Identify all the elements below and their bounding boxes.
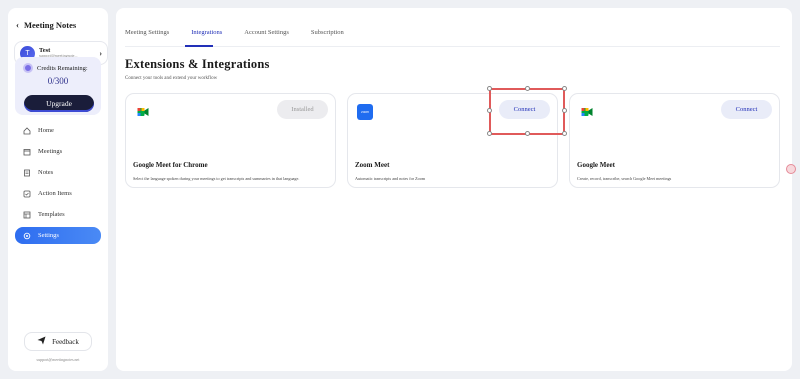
main-panel: Meeting Settings Integrations Account Se…	[116, 8, 792, 371]
chevron-right-icon: ›	[99, 48, 102, 58]
resize-handle[interactable]	[562, 86, 567, 91]
page-title: Extensions & Integrations	[125, 57, 270, 71]
resize-handle[interactable]	[525, 131, 530, 136]
resize-handle[interactable]	[487, 131, 492, 136]
app-title[interactable]: ‹ Meeting Notes	[16, 20, 76, 30]
active-tab-indicator	[185, 45, 213, 47]
resize-handle[interactable]	[562, 108, 567, 113]
google-meet-icon	[579, 104, 595, 120]
sidebar-item-label: Home	[38, 127, 54, 134]
send-icon	[37, 336, 46, 347]
settings-tabs: Meeting Settings Integrations Account Se…	[125, 29, 344, 36]
sidebar-item-label: Meetings	[38, 148, 63, 155]
resize-handle[interactable]	[562, 131, 567, 136]
sidebar-item-settings[interactable]: Settings	[15, 227, 101, 244]
selection-highlight	[489, 88, 565, 135]
calendar-icon	[23, 148, 31, 156]
tab-divider	[125, 46, 780, 47]
resize-handle[interactable]	[487, 108, 492, 113]
floating-assistant-icon[interactable]	[786, 164, 796, 174]
note-icon	[23, 169, 31, 177]
sidebar-item-templates[interactable]: Templates	[15, 206, 101, 223]
integration-card: Connect Google Meet Create, record, tran…	[569, 93, 780, 188]
resize-handle[interactable]	[487, 86, 492, 91]
installed-button[interactable]: Installed	[277, 100, 328, 119]
upgrade-button[interactable]: Upgrade	[24, 95, 94, 112]
sidebar-nav: Home Meetings Notes Action Items Templat…	[15, 122, 101, 248]
credits-panel: Credits Remaining: 0/300 Upgrade	[15, 57, 101, 115]
tab-integrations[interactable]: Integrations	[191, 29, 222, 36]
feedback-button[interactable]: Feedback	[24, 332, 92, 351]
integration-name: Zoom Meet	[355, 161, 390, 169]
credits-value: 0/300	[47, 76, 69, 86]
connect-button[interactable]: Connect	[721, 100, 772, 119]
integration-description: Automatic transcripts and notes for Zoom	[355, 176, 426, 181]
sidebar-item-label: Action Items	[38, 190, 72, 197]
support-email[interactable]: support@meetingnotes.net	[8, 357, 108, 362]
app-title-label: Meeting Notes	[24, 20, 77, 30]
integration-description: Create, record, transcribe, search Googl…	[577, 176, 672, 181]
credits-coin-icon	[23, 63, 33, 73]
sidebar-item-label: Notes	[38, 169, 54, 176]
tab-meeting-settings[interactable]: Meeting Settings	[125, 29, 169, 36]
sidebar-item-action-items[interactable]: Action Items	[15, 185, 101, 202]
sidebar-item-label: Templates	[38, 211, 65, 218]
sidebar-item-home[interactable]: Home	[15, 122, 101, 139]
sidebar-item-notes[interactable]: Notes	[15, 164, 101, 181]
gear-icon	[23, 232, 31, 240]
template-icon	[23, 211, 31, 219]
google-meet-icon	[135, 104, 151, 120]
credits-label: Credits Remaining:	[37, 64, 88, 72]
integration-card: Installed Google Meet for Chrome Select …	[125, 93, 336, 188]
tab-subscription[interactable]: Subscription	[311, 29, 344, 36]
sidebar-item-label: Settings	[38, 232, 59, 239]
page-subtitle: Connect your tools and extend your workf…	[125, 76, 218, 81]
integration-name: Google Meet for Chrome	[133, 161, 208, 169]
sidebar-item-meetings[interactable]: Meetings	[15, 143, 101, 160]
integration-name: Google Meet	[577, 161, 615, 169]
back-chevron-icon[interactable]: ‹	[16, 20, 19, 30]
integration-description: Select the language spoken during your m…	[133, 176, 300, 181]
feedback-label: Feedback	[52, 337, 79, 346]
checklist-icon	[23, 190, 31, 198]
home-icon	[23, 126, 31, 135]
resize-handle[interactable]	[525, 86, 530, 91]
zoom-icon: zoom	[357, 104, 373, 120]
tab-account-settings[interactable]: Account Settings	[244, 29, 289, 36]
